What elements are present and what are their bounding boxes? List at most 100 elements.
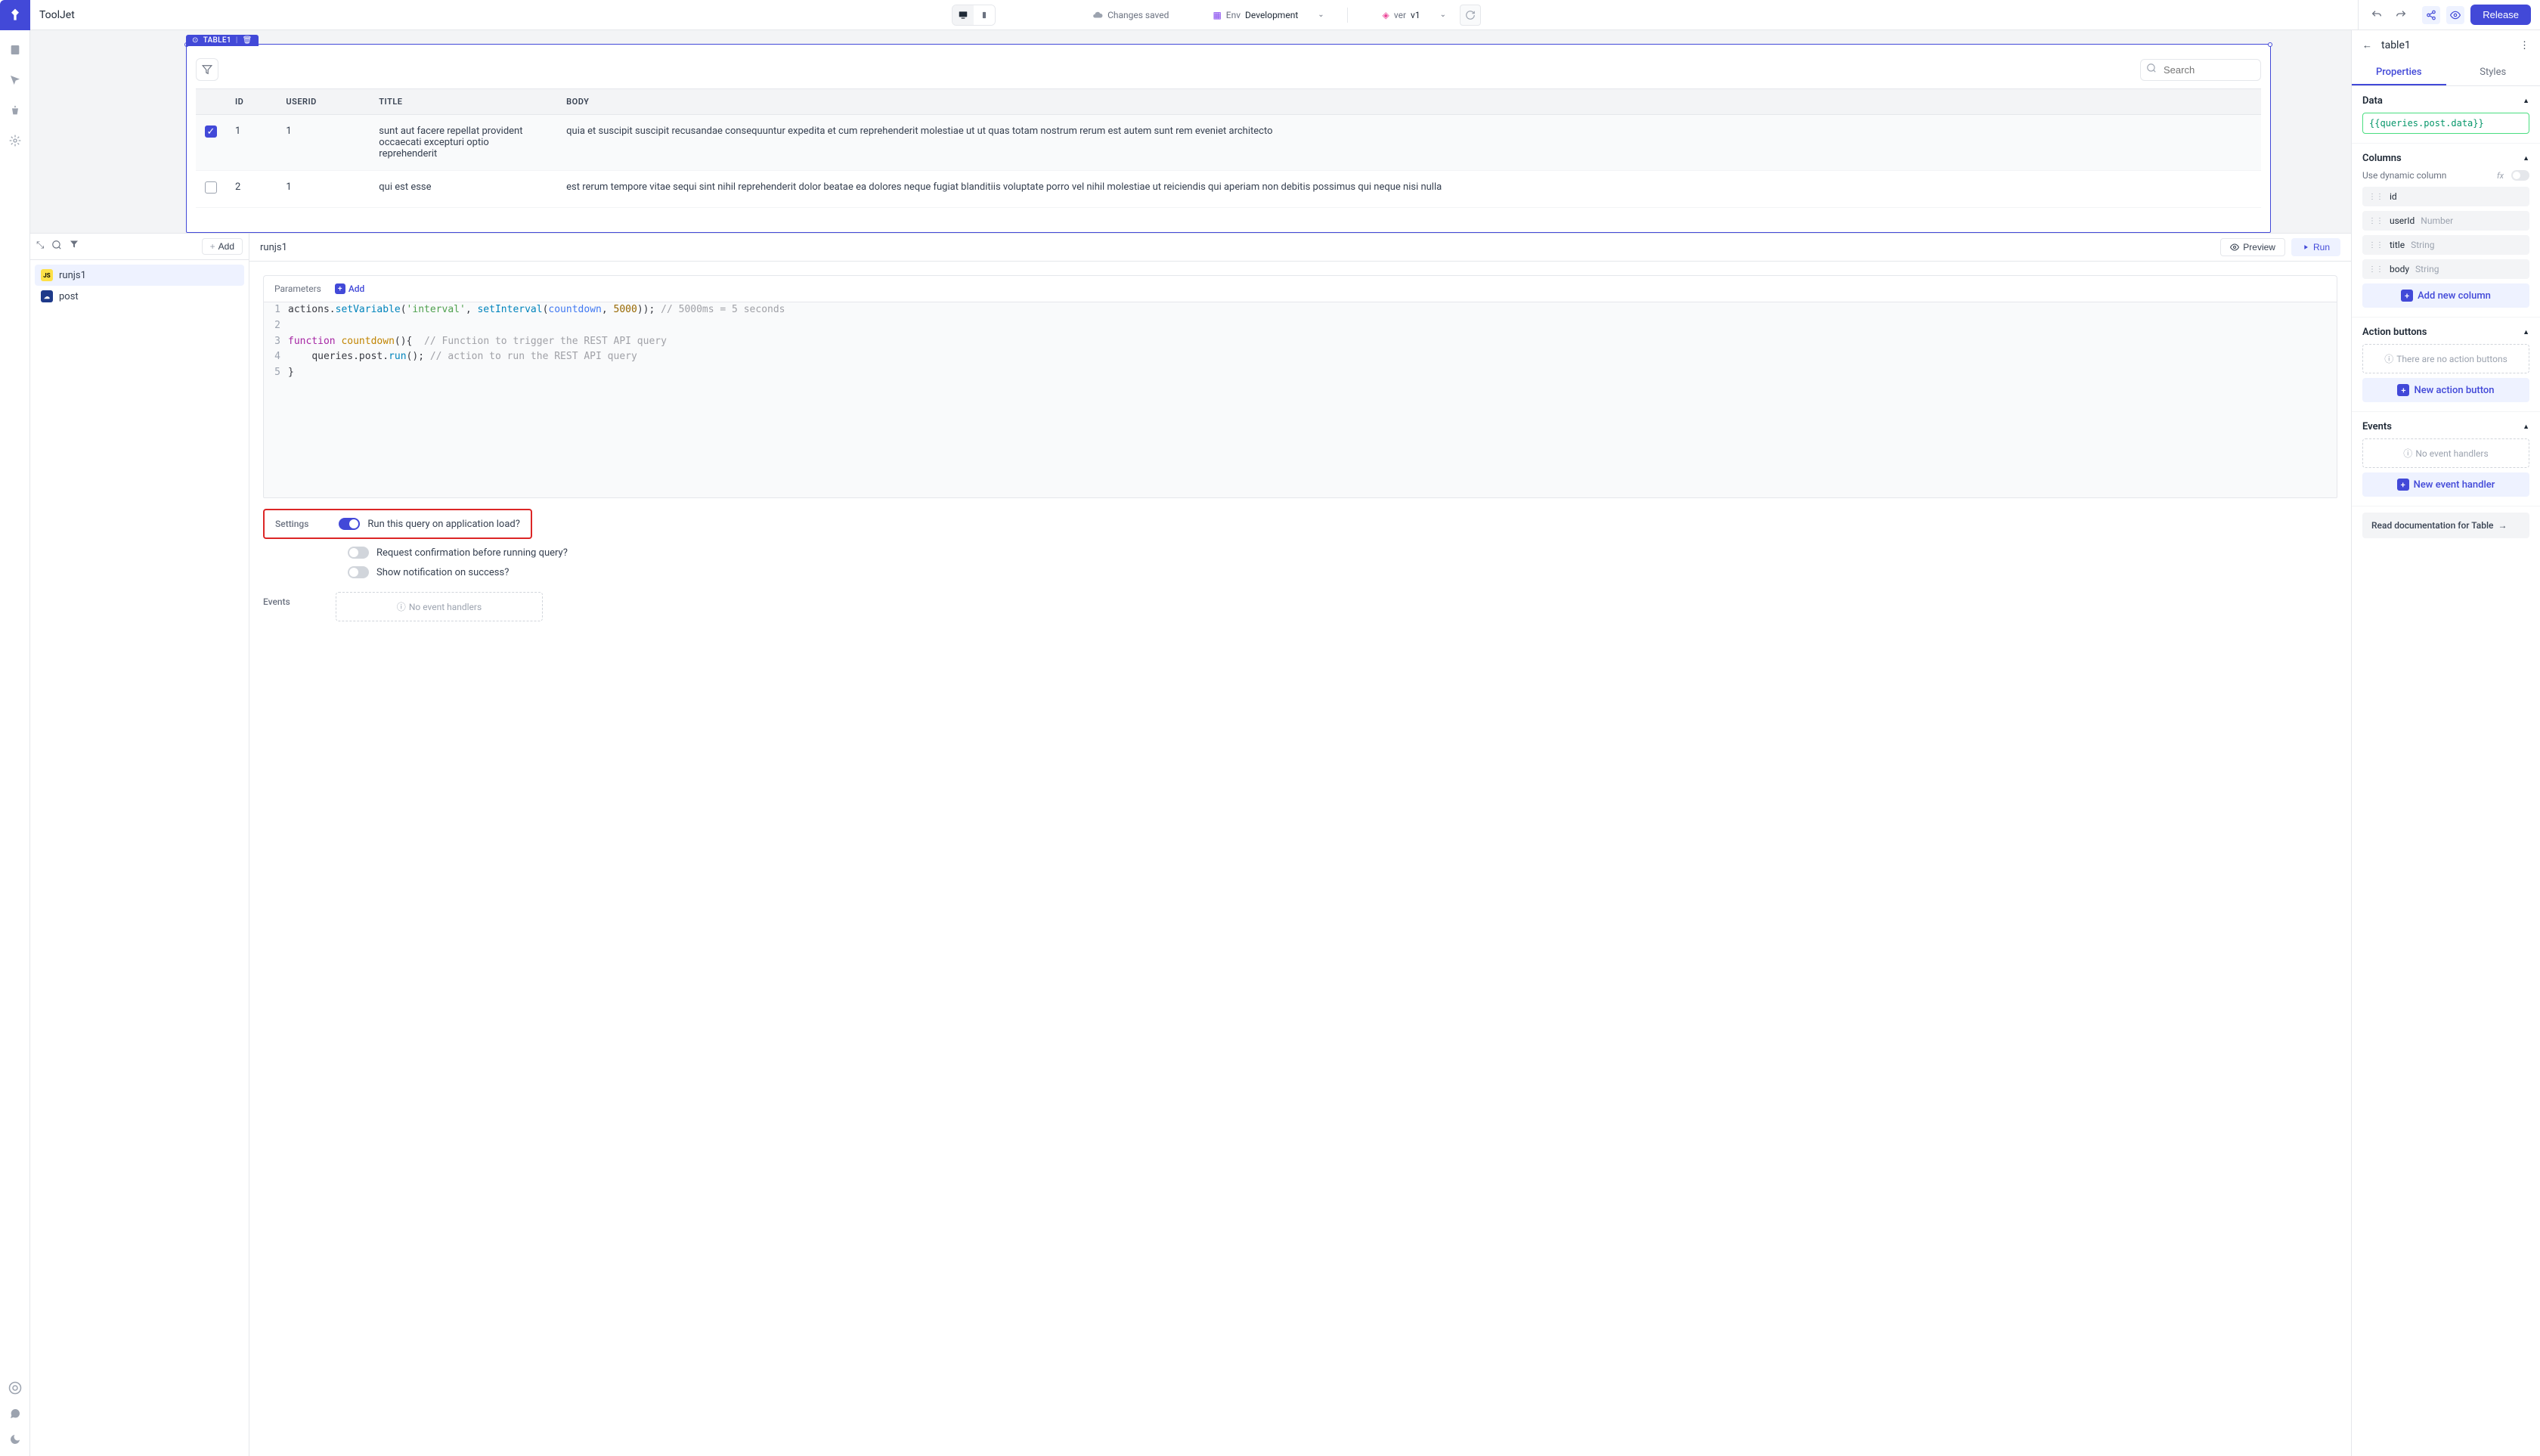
- tab-properties[interactable]: Properties: [2352, 60, 2446, 85]
- logo[interactable]: [0, 0, 30, 30]
- add-parameter-button[interactable]: + Add: [335, 283, 364, 294]
- debugger-icon[interactable]: [8, 103, 23, 118]
- settings-highlight: Settings Run this query on application l…: [263, 509, 532, 539]
- data-table: ID USERID TITLE BODY ✓ 1 1 sunt: [196, 88, 2261, 208]
- dynamic-column-toggle[interactable]: [2511, 170, 2529, 181]
- table-row[interactable]: 2 1 qui est esse est rerum tempore vitae…: [196, 171, 2261, 208]
- section-columns-title: Columns: [2362, 153, 2402, 164]
- tab-styles[interactable]: Styles: [2446, 60, 2540, 85]
- release-button[interactable]: Release: [2470, 5, 2531, 25]
- collapse-icon[interactable]: ▲: [2523, 328, 2529, 336]
- properties-panel: ← table1 ⋮ Properties Styles Data ▲ {{qu…: [2351, 30, 2540, 1456]
- column-item[interactable]: ⋮⋮userIdNumber: [2362, 211, 2529, 231]
- settings-icon[interactable]: [8, 133, 23, 148]
- table-component[interactable]: ID USERID TITLE BODY ✓ 1 1 sunt: [186, 44, 2271, 233]
- drag-icon[interactable]: ⋮⋮: [2368, 265, 2384, 274]
- desktop-icon: [958, 10, 968, 20]
- search-input[interactable]: [2140, 59, 2261, 81]
- collapse-icon[interactable]: ▲: [2523, 154, 2529, 163]
- mobile-icon: [980, 10, 988, 20]
- query-name[interactable]: runjs1: [260, 242, 287, 253]
- documentation-link[interactable]: Read documentation for Table →: [2362, 513, 2529, 538]
- desktop-view-button[interactable]: [952, 5, 974, 25]
- query-item-runjs1[interactable]: JS runjs1: [35, 265, 244, 286]
- column-item[interactable]: ⋮⋮bodyString: [2362, 259, 2529, 279]
- events-label: Events: [263, 592, 290, 607]
- add-query-button[interactable]: +Add: [202, 238, 243, 255]
- inspector-icon[interactable]: [8, 73, 23, 88]
- help-icon[interactable]: [8, 1380, 23, 1396]
- filter-icon: [202, 64, 212, 75]
- viewport-toggle: [952, 5, 996, 26]
- new-action-button[interactable]: + New action button: [2362, 378, 2529, 402]
- table-row[interactable]: ✓ 1 1 sunt aut facere repellat provident…: [196, 115, 2261, 171]
- chevron-down-icon: ⌄: [1440, 11, 1446, 19]
- row-checkbox[interactable]: ✓: [205, 125, 217, 138]
- drag-icon[interactable]: ⋮⋮: [2368, 193, 2384, 201]
- query-item-post[interactable]: ☁ post: [35, 286, 244, 307]
- component-title[interactable]: table1: [2381, 39, 2511, 51]
- share-button[interactable]: [2422, 6, 2440, 24]
- api-icon: ☁: [41, 290, 53, 302]
- save-status: Changes saved: [1092, 10, 1169, 20]
- column-item[interactable]: ⋮⋮titleString: [2362, 235, 2529, 255]
- data-expression-input[interactable]: {{queries.post.data}}: [2362, 113, 2529, 134]
- redo-icon: [2395, 9, 2407, 21]
- app-name[interactable]: ToolJet: [39, 9, 75, 21]
- code-editor[interactable]: 1actions.setVariable('interval', setInte…: [263, 302, 2337, 498]
- search-icon[interactable]: [51, 240, 62, 253]
- target-icon: ⊙: [192, 36, 199, 45]
- parameters-bar: Parameters + Add: [263, 275, 2337, 302]
- eye-icon: [2230, 243, 2239, 252]
- run-query-button[interactable]: Run: [2291, 238, 2340, 256]
- filter-icon[interactable]: [70, 240, 79, 253]
- arrow-right-icon: →: [2498, 520, 2507, 531]
- undo-button[interactable]: [2368, 6, 2386, 24]
- collapse-icon[interactable]: ▲: [2523, 423, 2529, 431]
- js-icon: JS: [41, 269, 53, 281]
- more-icon[interactable]: ⋮: [2520, 40, 2529, 51]
- fx-button[interactable]: fx: [2497, 171, 2504, 181]
- cloud-icon: [1092, 10, 1103, 20]
- row-checkbox[interactable]: [205, 181, 217, 194]
- confirm-toggle[interactable]: [348, 547, 369, 559]
- refresh-button[interactable]: [1460, 5, 1481, 26]
- col-header[interactable]: BODY: [557, 89, 2261, 115]
- preview-query-button[interactable]: Preview: [2220, 238, 2285, 256]
- eye-icon: [2450, 10, 2461, 20]
- comment-icon[interactable]: [8, 1406, 23, 1421]
- drag-icon[interactable]: ⋮⋮: [2368, 241, 2384, 249]
- left-rail: [0, 30, 30, 1456]
- table-search: [2140, 59, 2261, 81]
- chevron-down-icon: ⌄: [1318, 11, 1324, 19]
- settings-label: Settings: [275, 519, 308, 529]
- mobile-view-button[interactable]: [974, 5, 995, 25]
- collapse-icon[interactable]: ⤡: [36, 240, 44, 253]
- events-empty: ⓘ No event handlers: [336, 592, 543, 621]
- section-actions-title: Action buttons: [2362, 327, 2427, 338]
- run-on-load-toggle[interactable]: [339, 518, 360, 530]
- drag-icon[interactable]: ⋮⋮: [2368, 217, 2384, 225]
- component-selector-badge[interactable]: ⊙ TABLE1 | 🗑: [186, 35, 259, 46]
- plus-icon: +: [2397, 384, 2409, 396]
- trash-icon[interactable]: 🗑: [243, 36, 252, 45]
- notify-toggle[interactable]: [348, 566, 369, 578]
- back-button[interactable]: ←: [2362, 39, 2372, 51]
- filter-button[interactable]: [196, 58, 218, 81]
- preview-button[interactable]: [2446, 6, 2464, 24]
- query-panel: ⤡ +Add JS runjs1 ☁ post: [30, 233, 2351, 1456]
- add-column-button[interactable]: + Add new column: [2362, 283, 2529, 308]
- col-header[interactable]: TITLE: [370, 89, 557, 115]
- pages-icon[interactable]: [8, 42, 23, 57]
- col-header[interactable]: USERID: [277, 89, 370, 115]
- redo-button[interactable]: [2392, 6, 2410, 24]
- new-event-handler-button[interactable]: + New event handler: [2362, 472, 2529, 497]
- topbar: ToolJet Changes saved ▦ Env Development …: [0, 0, 2540, 30]
- version-selector[interactable]: ◈ ver v1 ⌄: [1375, 7, 1454, 23]
- theme-icon[interactable]: [8, 1432, 23, 1447]
- col-header[interactable]: ID: [226, 89, 277, 115]
- column-item[interactable]: ⋮⋮id: [2362, 187, 2529, 206]
- collapse-icon[interactable]: ▲: [2523, 97, 2529, 105]
- env-icon: ▦: [1213, 10, 1221, 20]
- environment-selector[interactable]: ▦ Env Development ⌄: [1205, 7, 1331, 23]
